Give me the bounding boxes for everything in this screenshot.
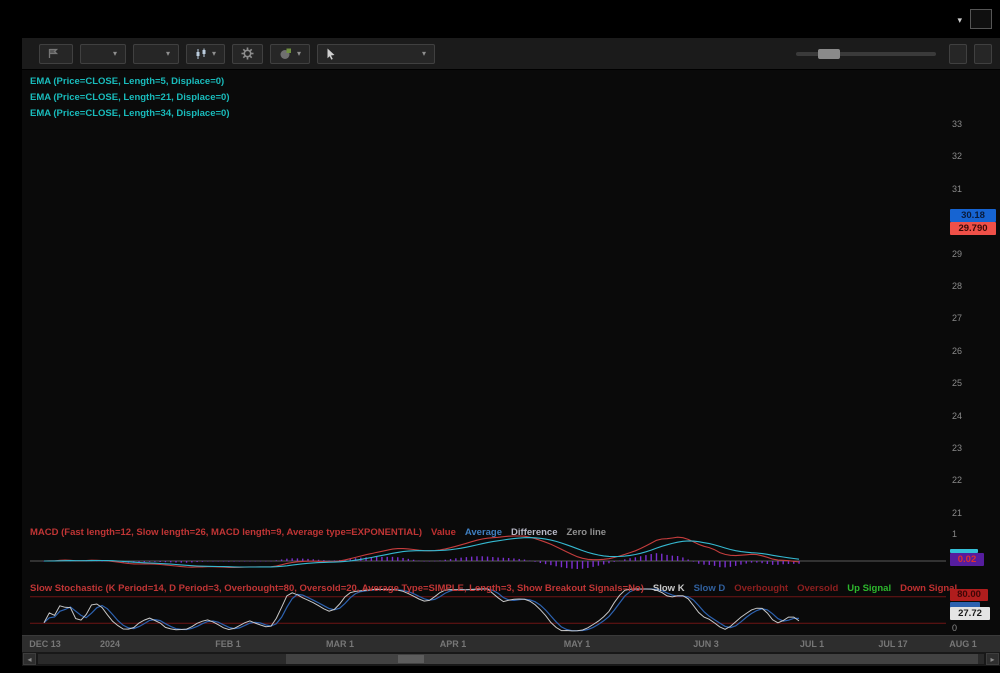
price-tick: 22	[952, 475, 963, 486]
time-tick: DEC 13	[29, 639, 61, 649]
time-tick: AUG 1	[949, 639, 977, 649]
timeframe-dropdown[interactable]: ▾	[80, 43, 126, 64]
cursor-arrow-icon	[327, 48, 335, 60]
drawing-tool-dropdown[interactable]: ▾	[317, 43, 436, 64]
ema-study-label[interactable]: EMA (Price=CLOSE, Length=21, Displace=0)	[30, 92, 229, 103]
macd-value-badge: 0.02	[950, 553, 984, 566]
chevron-down-icon: ▾	[212, 49, 217, 58]
indicators-button[interactable]	[39, 43, 73, 64]
price-tick: 32	[952, 151, 963, 162]
chevron-down-icon: ▾	[112, 49, 117, 58]
stochastic-legend-item: Slow D	[693, 583, 726, 594]
quote-header: ▾	[0, 0, 1000, 38]
zoom-slider-thumb[interactable]	[818, 48, 840, 59]
macd-legend-item: Average	[464, 527, 503, 538]
scrollbar-track[interactable]	[38, 654, 984, 664]
time-axis-bar[interactable]	[22, 635, 1000, 652]
scrollbar-thumb[interactable]	[286, 654, 978, 664]
stochastic-legend-item: Up Signal	[847, 583, 892, 594]
chart-type-dropdown[interactable]: ▾	[186, 43, 226, 64]
candlestick-icon	[196, 48, 206, 59]
time-tick: APR 1	[439, 639, 467, 649]
range-dropdown[interactable]: ▾	[133, 43, 179, 64]
stochastic-legend-item: Oversold	[797, 583, 839, 594]
price-tick: 28	[952, 281, 963, 291]
chart-canvas[interactable]	[22, 70, 1000, 666]
macd-axis-tick: 1	[952, 529, 958, 539]
stochastic-legend-item: Down Signal	[900, 583, 958, 594]
zoom-slider-track[interactable]	[796, 48, 936, 59]
overbought-badge: 80.00	[950, 589, 988, 601]
price-tick: 33	[952, 119, 963, 129]
stochastic-legend-item: Overbought	[734, 583, 789, 594]
macd-params: MACD (Fast length=12, Slow length=26, MA…	[30, 527, 423, 538]
chevron-down-icon: ▾	[297, 49, 302, 58]
macd-legend-item: Difference	[511, 527, 558, 538]
price-tick: 29	[952, 248, 963, 259]
chevron-down-icon: ▾	[422, 49, 427, 58]
stochastic-params: Slow Stochastic (K Period=14, D Period=3…	[30, 583, 644, 594]
gear-icon	[241, 47, 254, 60]
time-tick: 2024	[99, 639, 121, 649]
stoch-axis-tick: 0	[952, 623, 958, 633]
slow-k-badge: 27.72	[950, 607, 990, 620]
load-button[interactable]	[974, 43, 992, 64]
left-sidebar	[0, 38, 22, 673]
price-tick: 27	[952, 313, 963, 324]
macd-legend-item: Value	[431, 527, 456, 538]
time-tick: JUN 3	[693, 639, 719, 649]
time-tick: JUL 1	[799, 639, 825, 649]
time-tick: JUL 17	[878, 639, 908, 649]
price-tick: 23	[952, 443, 963, 453]
price-tick: 24	[952, 410, 963, 421]
collapse-panel-button[interactable]	[970, 9, 992, 29]
flag-icon	[48, 48, 59, 58]
time-tick: MAR 1	[325, 639, 354, 649]
price-tick: 21	[952, 507, 963, 518]
ema-study-label[interactable]: EMA (Price=CLOSE, Length=34, Displace=0)	[30, 108, 229, 119]
stochastic-legend-item: Slow K	[652, 583, 685, 594]
ask-price-badge: 30.18	[950, 209, 996, 222]
chart-style-dropdown[interactable]: ▾	[270, 43, 311, 64]
chevron-down-icon: ▾	[165, 49, 170, 58]
chart-settings-button[interactable]	[232, 43, 264, 64]
save-button[interactable]	[949, 43, 967, 64]
price-tick: 25	[952, 378, 963, 389]
scrollbar-grip	[398, 655, 424, 663]
chart-toolbar: ▾ ▾ ▾ ▾ ▾	[22, 38, 1000, 70]
scroll-left-button[interactable]: ◂	[23, 653, 36, 665]
accounts-menu[interactable]: ▾	[957, 12, 962, 26]
macd-legend-item: Zero line	[566, 527, 607, 538]
chart-area[interactable]: EMA (Price=CLOSE, Length=5, Displace=0) E…	[22, 70, 1000, 666]
scroll-right-button[interactable]: ▸	[986, 653, 999, 665]
chevron-down-icon: ▾	[957, 15, 962, 25]
style-palette-icon	[280, 48, 292, 59]
macd-label[interactable]: MACD (Fast length=12, Slow length=26, MA…	[30, 527, 606, 538]
price-tick: 26	[952, 345, 963, 356]
last-price-badge: 29.790	[950, 222, 996, 235]
ema-study-label[interactable]: EMA (Price=CLOSE, Length=5, Displace=0)	[30, 76, 224, 87]
time-tick: FEB 1	[215, 639, 241, 649]
stochastic-label[interactable]: Slow Stochastic (K Period=14, D Period=3…	[30, 583, 957, 594]
time-tick: MAY 1	[563, 639, 591, 649]
price-tick: 31	[952, 183, 963, 194]
horizontal-scrollbar[interactable]: ◂ ▸	[22, 652, 1000, 666]
zoom-slider[interactable]	[790, 48, 942, 59]
